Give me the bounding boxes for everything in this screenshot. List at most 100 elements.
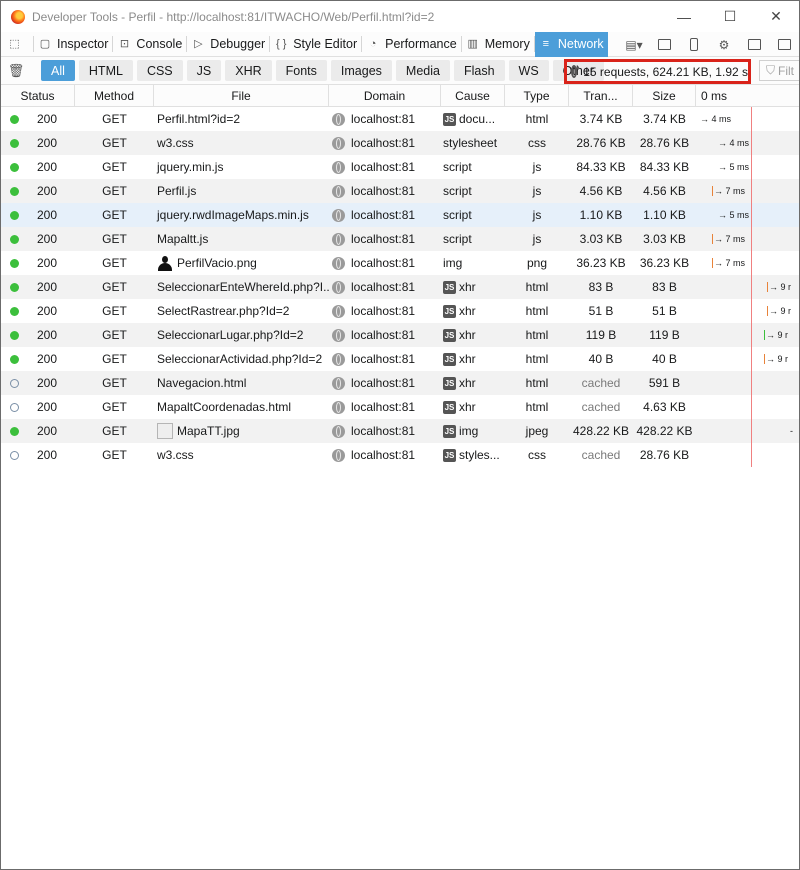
cause-label: xhr bbox=[459, 304, 476, 318]
filter-xhr[interactable]: XHR bbox=[225, 60, 272, 81]
filter-all[interactable]: All bbox=[41, 60, 75, 81]
dock-options-button[interactable]: ▤▾ bbox=[619, 32, 649, 57]
file-name: SeleccionarEnteWhereId.php?I... bbox=[157, 280, 329, 294]
status-cell: 200 bbox=[1, 203, 75, 227]
gear-icon: ⚙ bbox=[718, 37, 730, 52]
tab-console[interactable]: ⊡ Console bbox=[113, 32, 186, 57]
success-status-icon bbox=[10, 426, 19, 436]
cause-cell: JS xhr bbox=[441, 323, 505, 347]
cause-cell: img bbox=[441, 251, 505, 275]
table-row[interactable]: 200 GET SeleccionarLugar.php?Id=2 localhost… bbox=[1, 323, 799, 347]
tab-inspector[interactable]: ▢ Inspector bbox=[34, 32, 112, 57]
status-cell: 200 bbox=[1, 443, 75, 467]
status-cell: 200 bbox=[1, 299, 75, 323]
status-cell: 200 bbox=[1, 323, 75, 347]
tab-performance[interactable]: ◔ Performance bbox=[362, 32, 461, 57]
file-cell: Perfil.html?id=2 bbox=[154, 107, 329, 131]
column-header-transferred[interactable]: Tran... bbox=[569, 85, 633, 107]
globe-icon bbox=[332, 328, 345, 342]
maximize-button[interactable]: ☐ bbox=[707, 1, 753, 32]
table-row[interactable]: 200 GET w3.css localhost:81 stylesheet css 28.… bbox=[1, 131, 799, 155]
table-row[interactable]: 200 GET w3.css localhost:81 JS styles... css ca… bbox=[1, 443, 799, 467]
tab-label: Debugger bbox=[210, 37, 266, 51]
table-row[interactable]: 200 GET Mapaltt.js localhost:81 script js 3.03… bbox=[1, 227, 799, 251]
table-row[interactable]: 200 GET Perfil.js localhost:81 script js 4.56 … bbox=[1, 179, 799, 203]
settings-button[interactable]: ⚙ bbox=[709, 32, 739, 57]
tab-network[interactable]: ≡ Network bbox=[534, 31, 608, 57]
waterfall-cell: → 5 ms bbox=[696, 155, 799, 179]
domain-cell: localhost:81 bbox=[329, 251, 441, 275]
filter-css[interactable]: CSS bbox=[136, 60, 183, 81]
method-cell: GET bbox=[102, 280, 127, 294]
column-header-cause[interactable]: Cause bbox=[441, 85, 505, 107]
table-row[interactable]: 200 GET Perfil.html?id=2 localhost:81 JS docu… bbox=[1, 107, 799, 131]
column-header-file[interactable]: File bbox=[154, 85, 329, 107]
split-console-button[interactable] bbox=[649, 32, 679, 57]
minimize-button[interactable]: — bbox=[661, 1, 707, 32]
dock-bottom-button[interactable] bbox=[769, 32, 799, 57]
table-row[interactable]: 200 GET SelectRastrear.php?Id=2 localhost:8… bbox=[1, 299, 799, 323]
column-header-waterfall[interactable]: 0 ms bbox=[696, 85, 799, 107]
success-status-icon bbox=[10, 162, 19, 172]
type-cell: js bbox=[532, 208, 542, 222]
type-cell: js bbox=[532, 232, 542, 246]
domain-name: localhost:81 bbox=[351, 280, 416, 294]
filter-url-input[interactable]: ⛉ Filt bbox=[759, 60, 799, 81]
column-header-type[interactable]: Type bbox=[505, 85, 569, 107]
method-cell: GET bbox=[102, 232, 127, 246]
filter-buttons: All HTML CSS JS XHR Fonts Images Media Flash WS Ot… bbox=[31, 60, 604, 81]
filter-flash[interactable]: Flash bbox=[453, 60, 505, 81]
table-row[interactable]: 200 GET jquery.min.js localhost:81 script js 8… bbox=[1, 155, 799, 179]
table-row[interactable]: 200 GET PerfilVacio.png localhost:81 img png 3… bbox=[1, 251, 799, 275]
tab-style-editor[interactable]: { } Style Editor bbox=[270, 32, 361, 57]
column-header-size[interactable]: Size bbox=[633, 85, 696, 107]
transferred-cell: 1.10 KB bbox=[579, 208, 623, 222]
close-button[interactable]: ✕ bbox=[753, 1, 799, 32]
filter-js[interactable]: JS bbox=[186, 60, 222, 81]
column-header-domain[interactable]: Domain bbox=[329, 85, 441, 107]
filter-media[interactable]: Media bbox=[395, 60, 450, 81]
table-row[interactable]: 200 GET MapaTT.jpg localhost:81 JS img jpeg 428… bbox=[1, 419, 799, 443]
filter-fonts[interactable]: Fonts bbox=[275, 60, 327, 81]
element-picker-button[interactable]: ⬚ bbox=[1, 32, 33, 57]
responsive-design-button[interactable] bbox=[679, 32, 709, 57]
clear-requests-button[interactable]: 🗑 bbox=[1, 63, 31, 79]
tab-label: Memory bbox=[484, 37, 530, 51]
transferred-cell: 119 B bbox=[585, 328, 617, 342]
transferred-cell: 4.56 KB bbox=[579, 184, 623, 198]
domain-name: localhost:81 bbox=[351, 424, 416, 438]
tab-debugger[interactable]: ▷ Debugger bbox=[187, 32, 269, 57]
dock-side-icon bbox=[747, 39, 761, 50]
table-row[interactable]: 200 GET Navegacion.html localhost:81 JS xhr ht… bbox=[1, 371, 799, 395]
status-cell: 200 bbox=[1, 227, 75, 251]
table-row[interactable]: 200 GET MapaltCoordenadas.html localhost:81… bbox=[1, 395, 799, 419]
tab-memory[interactable]: ▥ Memory bbox=[462, 32, 534, 57]
filter-ws[interactable]: WS bbox=[508, 60, 549, 81]
filter-html[interactable]: HTML bbox=[78, 60, 133, 81]
network-filter-bar: 🗑 All HTML CSS JS XHR Fonts Images Media Flash WS… bbox=[1, 57, 799, 85]
success-status-icon bbox=[10, 330, 19, 340]
column-header-method[interactable]: Method bbox=[75, 85, 154, 107]
file-cell: jquery.min.js bbox=[154, 155, 329, 179]
table-row[interactable]: 200 GET SeleccionarActividad.php?Id=2 local… bbox=[1, 347, 799, 371]
status-cell: 200 bbox=[1, 347, 75, 371]
split-console-icon bbox=[657, 39, 671, 50]
status-code: 200 bbox=[37, 160, 58, 174]
status-code: 200 bbox=[37, 424, 58, 438]
dock-side-button[interactable] bbox=[739, 32, 769, 57]
memory-icon: ▥ bbox=[467, 38, 478, 50]
size-cell: 51 B bbox=[652, 304, 677, 318]
cause-label: xhr bbox=[459, 376, 476, 390]
request-summary[interactable]: 15 requests, 624.21 KB, 1.92 s bbox=[564, 59, 751, 84]
waterfall-cell: → 9 r bbox=[696, 299, 799, 323]
file-name: Mapaltt.js bbox=[157, 232, 209, 246]
type-cell: html bbox=[525, 328, 549, 342]
tool-tabs: ▢ Inspector ⊡ Console ▷ Debugger { } Style Edit… bbox=[34, 31, 608, 57]
column-header-status[interactable]: Status bbox=[1, 85, 75, 107]
filter-images[interactable]: Images bbox=[330, 60, 392, 81]
table-row[interactable]: 200 GET SeleccionarEnteWhereId.php?I... loc… bbox=[1, 275, 799, 299]
waterfall-cell: → 4 ms bbox=[696, 131, 799, 155]
domain-name: localhost:81 bbox=[351, 376, 416, 390]
cause-cell: JS xhr bbox=[441, 395, 505, 419]
table-row[interactable]: 200 GET jquery.rwdImageMaps.min.js localhos… bbox=[1, 203, 799, 227]
